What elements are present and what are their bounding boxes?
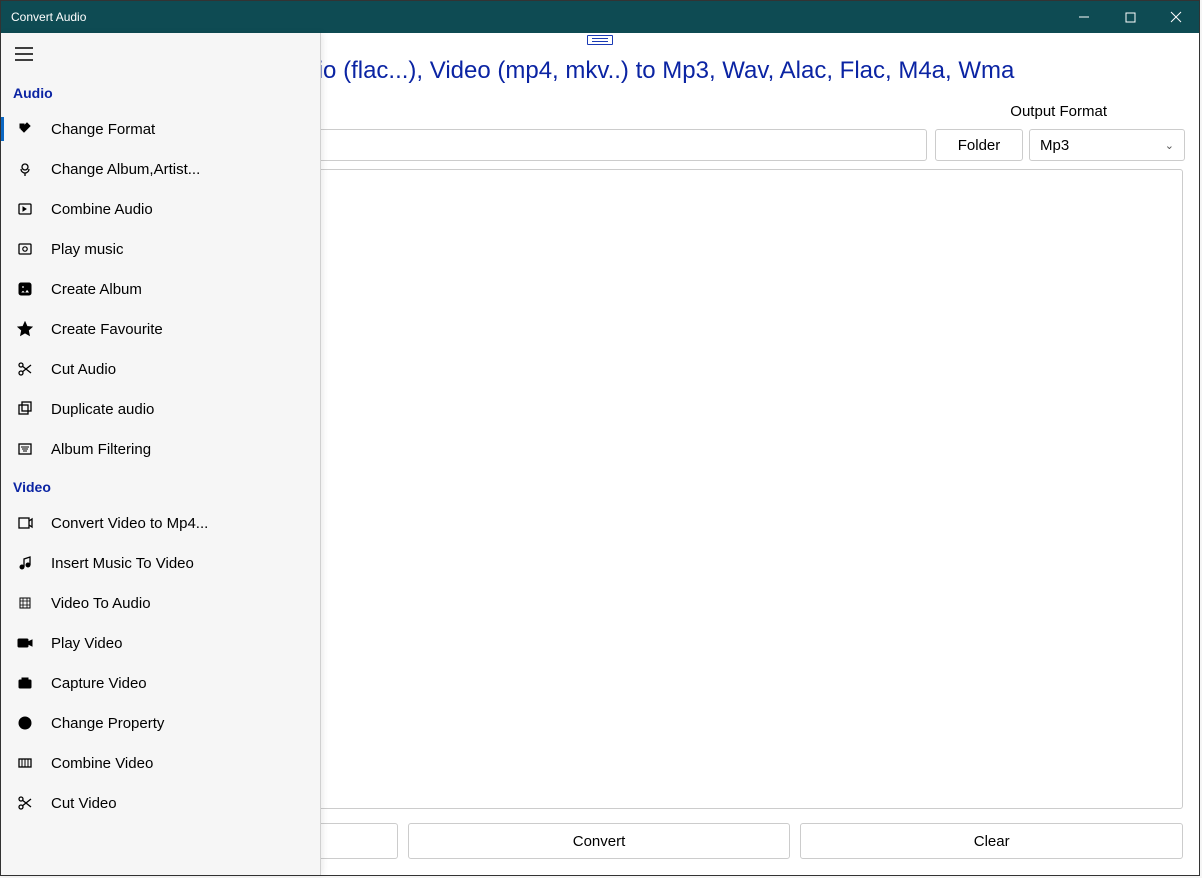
- nav-label: Create Album: [51, 281, 320, 298]
- sidebar-section-video: Video: [1, 469, 320, 503]
- nav-label: Change Format: [51, 121, 320, 138]
- hamburger-button[interactable]: [1, 33, 320, 75]
- folder-button[interactable]: Folder: [935, 129, 1023, 161]
- nav-label: Duplicate audio: [51, 401, 320, 418]
- minimize-icon: [1078, 11, 1090, 23]
- output-format-select[interactable]: Mp3 ⌄: [1029, 129, 1185, 161]
- hamburger-icon: [15, 47, 33, 61]
- nav-label: Play Video: [51, 635, 320, 652]
- property-icon: [13, 713, 37, 733]
- filter-icon: [13, 439, 37, 459]
- sidebar.sections.video-item-capture[interactable]: Capture Video: [1, 663, 320, 703]
- body-area: Convert Audio (flac...), Video (mp4, mkv…: [1, 33, 1199, 875]
- sidebar.sections.audio-item-star[interactable]: Create Favourite: [1, 309, 320, 349]
- sidebar.sections.audio-item-combine[interactable]: Combine Audio: [1, 189, 320, 229]
- sidebar.sections.video-item-property[interactable]: Change Property: [1, 703, 320, 743]
- sidebar.sections.audio-item-mic[interactable]: Change Album,Artist...: [1, 149, 320, 189]
- sidebar.sections.audio-item-scissors[interactable]: Cut Audio: [1, 349, 320, 389]
- format-icon: [13, 119, 37, 139]
- nav-label: Cut Video: [51, 795, 320, 812]
- sidebar.sections.video-item-combine-video[interactable]: Combine Video: [1, 743, 320, 783]
- maximize-icon: [1125, 12, 1136, 23]
- sidebar.sections.video-item-video-audio[interactable]: Video To Audio: [1, 583, 320, 623]
- clear-button[interactable]: Clear: [800, 823, 1183, 859]
- convert-video-icon: [13, 513, 37, 533]
- sidebar.sections.audio-item-filter[interactable]: Album Filtering: [1, 429, 320, 469]
- sidebar.sections.video-item-scissors[interactable]: Cut Video: [1, 783, 320, 823]
- nav-label: Album Filtering: [51, 441, 320, 458]
- nav-label: Cut Audio: [51, 361, 320, 378]
- duplicate-icon: [13, 399, 37, 419]
- sidebar.sections.audio-item-album[interactable]: Create Album: [1, 269, 320, 309]
- nav-label: Capture Video: [51, 675, 320, 692]
- titlebar: Convert Audio: [1, 1, 1199, 33]
- window-title: Convert Audio: [1, 10, 1061, 24]
- sidebar.sections.audio-item-play[interactable]: Play music: [1, 229, 320, 269]
- play-video-icon: [13, 633, 37, 653]
- resize-grip-icon[interactable]: [587, 35, 613, 45]
- output-format-label: Output Format: [1010, 103, 1107, 120]
- sidebar.sections.video-item-play-video[interactable]: Play Video: [1, 623, 320, 663]
- mic-icon: [13, 159, 37, 179]
- sidebar.sections.video-item-insert-music[interactable]: Insert Music To Video: [1, 543, 320, 583]
- sidebar.sections.audio-item-format[interactable]: Change Format: [1, 109, 320, 149]
- scissors-icon: [13, 793, 37, 813]
- nav-label: Video To Audio: [51, 595, 320, 612]
- nav-label: Change Album,Artist...: [51, 161, 320, 178]
- insert-music-icon: [13, 553, 37, 573]
- nav-label: Combine Audio: [51, 201, 320, 218]
- capture-icon: [13, 673, 37, 693]
- close-icon: [1170, 11, 1182, 23]
- app-window: Convert Audio Convert Audio (flac...), V…: [0, 0, 1200, 876]
- close-button[interactable]: [1153, 1, 1199, 33]
- maximize-button[interactable]: [1107, 1, 1153, 33]
- combine-video-icon: [13, 753, 37, 773]
- output-format-value: Mp3: [1040, 137, 1069, 154]
- sidebar.sections.video-item-convert-video[interactable]: Convert Video to Mp4...: [1, 503, 320, 543]
- video-audio-icon: [13, 593, 37, 613]
- chevron-down-icon: ⌄: [1165, 139, 1174, 152]
- nav-label: Combine Video: [51, 755, 320, 772]
- star-icon: [13, 319, 37, 339]
- sidebar.sections.audio-item-duplicate[interactable]: Duplicate audio: [1, 389, 320, 429]
- nav-label: Convert Video to Mp4...: [51, 515, 320, 532]
- album-icon: [13, 279, 37, 299]
- nav-label: Create Favourite: [51, 321, 320, 338]
- nav-label: Change Property: [51, 715, 320, 732]
- scissors-icon: [13, 359, 37, 379]
- sidebar: Audio Change Format Change Album,Artist..…: [1, 33, 321, 875]
- nav-label: Insert Music To Video: [51, 555, 320, 572]
- play-icon: [13, 239, 37, 259]
- nav-label: Play music: [51, 241, 320, 258]
- window-controls: [1061, 1, 1199, 33]
- combine-icon: [13, 199, 37, 219]
- minimize-button[interactable]: [1061, 1, 1107, 33]
- convert-button[interactable]: Convert: [408, 823, 791, 859]
- sidebar-section-audio: Audio: [1, 75, 320, 109]
